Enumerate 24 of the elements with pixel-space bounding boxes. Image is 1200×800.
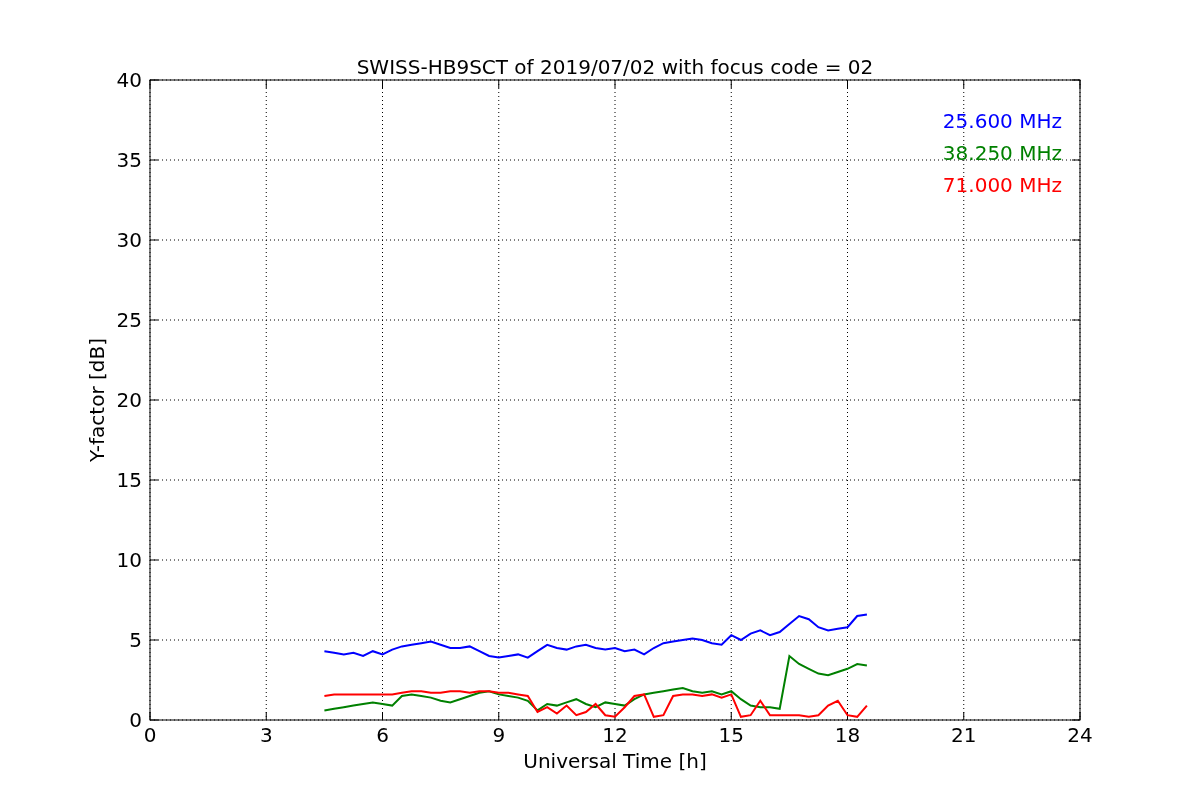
legend-label: 38.250 MHz	[942, 141, 1062, 165]
y-tick-label: 40	[116, 68, 142, 92]
y-tick-label: 30	[116, 228, 142, 252]
x-tick-label: 6	[376, 723, 389, 747]
y-axis-label: Y-factor [dB]	[85, 338, 109, 462]
x-axis-label: Universal Time [h]	[523, 749, 707, 773]
y-tick-label: 20	[116, 388, 142, 412]
x-tick-label: 9	[492, 723, 506, 747]
legend-label: 71.000 MHz	[942, 173, 1062, 197]
y-tick-label: 5	[129, 628, 142, 652]
x-tick-label: 24	[1067, 723, 1093, 747]
legend-label: 25.600 MHz	[942, 109, 1062, 133]
y-tick-label: 35	[116, 148, 142, 172]
x-tick-label: 3	[259, 723, 273, 747]
x-tick-label: 15	[718, 723, 744, 747]
x-tick-label: 12	[602, 723, 628, 747]
x-tick-label: 21	[951, 723, 977, 747]
y-tick-label: 10	[116, 548, 142, 572]
x-tick-label: 18	[834, 723, 861, 747]
y-tick-label: 0	[129, 708, 142, 732]
y-tick-label: 15	[116, 468, 142, 492]
chart-title: SWISS-HB9SCT of 2019/07/02 with focus code = 02	[356, 55, 874, 79]
x-tick-label: 0	[143, 723, 157, 747]
y-tick-label: 25	[116, 308, 142, 332]
